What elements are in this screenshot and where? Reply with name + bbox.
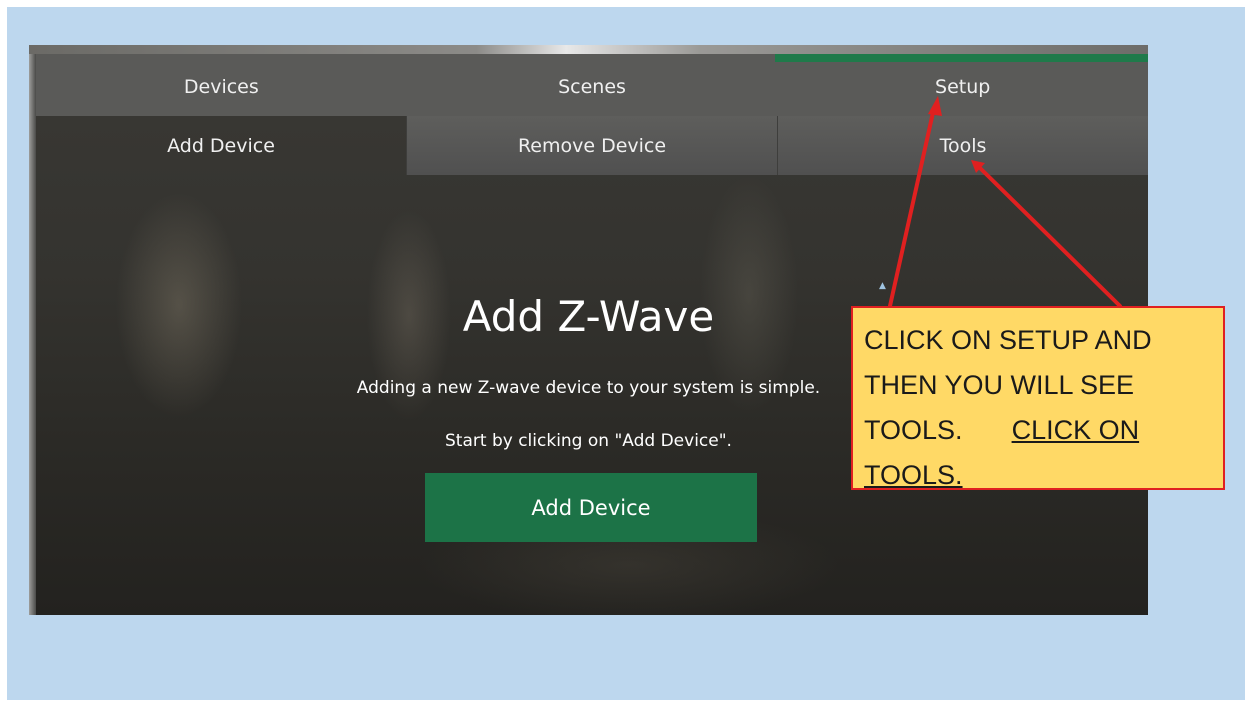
callout-line-3-plain: TOOLS. xyxy=(864,415,963,445)
main-nav: Devices Scenes Setup xyxy=(36,54,1148,116)
tab-devices[interactable]: Devices xyxy=(36,54,407,116)
sub-nav: Add Device Remove Device Tools xyxy=(36,116,1148,175)
callout-line-3-underlined: CLICK ON xyxy=(1011,415,1140,445)
tab-scenes-label: Scenes xyxy=(558,76,626,98)
subtab-tools-label: Tools xyxy=(939,134,987,157)
callout-line-3: TOOLS. CLICK ON xyxy=(864,408,1213,453)
subtab-add-device[interactable]: Add Device xyxy=(36,116,406,175)
subtab-tools[interactable]: Tools xyxy=(777,116,1148,175)
active-tab-indicator xyxy=(775,54,1148,62)
subtab-remove-device-label: Remove Device xyxy=(517,134,667,157)
tab-setup[interactable]: Setup xyxy=(777,54,1148,116)
callout-line-4: TOOLS. xyxy=(864,460,963,490)
callout-line-1: CLICK ON SETUP AND xyxy=(864,325,1152,355)
subtab-add-device-label: Add Device xyxy=(167,134,275,157)
callout-line-2: THEN YOU WILL SEE xyxy=(864,370,1135,400)
instruction-callout: CLICK ON SETUP AND THEN YOU WILL SEE TOO… xyxy=(851,306,1225,490)
add-device-button[interactable]: Add Device xyxy=(425,473,757,542)
subtab-remove-device[interactable]: Remove Device xyxy=(406,116,777,175)
small-marker-icon: ▲ xyxy=(879,281,886,291)
window-top-edge xyxy=(29,45,1148,54)
tab-scenes[interactable]: Scenes xyxy=(407,54,778,116)
tab-setup-label: Setup xyxy=(935,76,991,98)
tab-devices-label: Devices xyxy=(183,76,259,98)
